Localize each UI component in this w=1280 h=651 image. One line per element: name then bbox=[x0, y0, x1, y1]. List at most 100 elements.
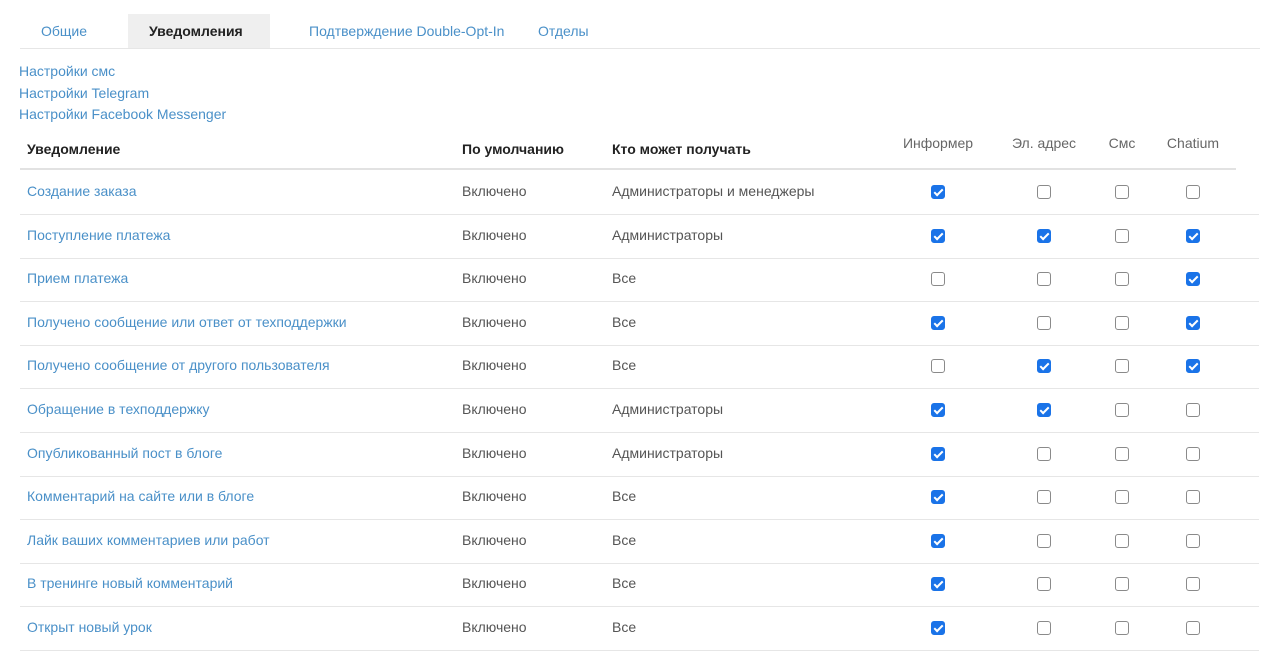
informer-checkbox[interactable] bbox=[931, 185, 945, 199]
default-status: Включено bbox=[462, 183, 527, 199]
chatium-checkbox[interactable] bbox=[1186, 315, 1200, 330]
informer-checkbox[interactable] bbox=[931, 403, 945, 417]
recipients: Администраторы bbox=[612, 401, 724, 417]
email-checkbox[interactable] bbox=[1037, 315, 1051, 330]
sms-checkbox[interactable] bbox=[1115, 490, 1129, 505]
recipients: Все bbox=[612, 531, 637, 548]
tab-departments[interactable]: Отделы bbox=[538, 14, 609, 48]
recipients: Все bbox=[612, 488, 637, 505]
chatium-checkbox[interactable] bbox=[1186, 490, 1200, 505]
email-checkbox[interactable] bbox=[1037, 403, 1051, 417]
sms-checkbox[interactable] bbox=[1115, 315, 1129, 330]
header-email: Эл. адрес bbox=[1011, 135, 1077, 151]
sms-settings-link[interactable]: Настройки смс bbox=[19, 61, 226, 83]
informer-checkbox[interactable] bbox=[931, 533, 945, 548]
notification-name-link[interactable]: Создание заказа bbox=[27, 183, 137, 199]
default-status: Включено bbox=[462, 488, 527, 505]
chatium-checkbox[interactable] bbox=[1186, 228, 1200, 243]
header-informer: Информер bbox=[902, 135, 974, 151]
recipients: Администраторы bbox=[612, 444, 724, 461]
recipients: Администраторы bbox=[612, 226, 724, 243]
informer-checkbox[interactable] bbox=[931, 577, 945, 592]
table-row: Комментарий на сайте или в блоге Включено… bbox=[20, 476, 1259, 521]
informer-checkbox[interactable] bbox=[931, 446, 945, 461]
sms-checkbox[interactable] bbox=[1115, 533, 1129, 548]
default-status: Включено bbox=[462, 575, 527, 592]
sms-checkbox[interactable] bbox=[1115, 272, 1129, 287]
table-row: Создание заказа Включено Администраторы и … bbox=[20, 171, 1259, 215]
chatium-checkbox[interactable] bbox=[1186, 577, 1200, 592]
default-status: Включено bbox=[462, 401, 527, 417]
tab-general[interactable]: Общие bbox=[20, 14, 128, 48]
header-chatium: Chatium bbox=[1166, 135, 1220, 151]
sms-checkbox[interactable] bbox=[1115, 228, 1129, 243]
chatium-checkbox[interactable] bbox=[1186, 621, 1200, 635]
default-status: Включено bbox=[462, 444, 527, 461]
email-checkbox[interactable] bbox=[1037, 533, 1051, 548]
sms-checkbox[interactable] bbox=[1115, 446, 1129, 461]
default-status: Включено bbox=[462, 313, 527, 330]
sms-checkbox[interactable] bbox=[1115, 621, 1129, 635]
email-checkbox[interactable] bbox=[1037, 446, 1051, 461]
notification-name-link[interactable]: В тренинге новый комментарий bbox=[27, 575, 233, 591]
table-row: Открыт новый урок Включено Все bbox=[20, 607, 1259, 651]
email-checkbox[interactable] bbox=[1037, 359, 1051, 374]
notification-name-link[interactable]: Поступление платежа bbox=[27, 227, 170, 243]
default-status: Включено bbox=[462, 226, 527, 243]
table-row: Опубликованный пост в блоге Включено Админ… bbox=[20, 433, 1259, 477]
notification-name-link[interactable]: Открыт новый урок bbox=[27, 619, 152, 635]
informer-checkbox[interactable] bbox=[931, 228, 945, 243]
settings-links: Настройки смс Настройки Telegram Настрой… bbox=[19, 61, 226, 126]
notification-name-link[interactable]: Получено сообщение от другого пользовате… bbox=[27, 357, 330, 373]
telegram-settings-link[interactable]: Настройки Telegram bbox=[19, 83, 226, 105]
informer-checkbox[interactable] bbox=[931, 272, 945, 287]
chatium-checkbox[interactable] bbox=[1186, 185, 1200, 199]
default-status: Включено bbox=[462, 270, 527, 287]
table-row: Получено сообщение или ответ от техподде… bbox=[20, 302, 1259, 346]
notification-name-link[interactable]: Опубликованный пост в блоге bbox=[27, 445, 222, 461]
email-checkbox[interactable] bbox=[1037, 228, 1051, 243]
facebook-messenger-settings-link[interactable]: Настройки Facebook Messenger bbox=[19, 104, 226, 126]
email-checkbox[interactable] bbox=[1037, 490, 1051, 505]
notification-name-link[interactable]: Комментарий на сайте или в блоге bbox=[27, 488, 254, 504]
informer-checkbox[interactable] bbox=[931, 490, 945, 505]
sms-checkbox[interactable] bbox=[1115, 577, 1129, 592]
recipients: Все bbox=[612, 270, 637, 287]
tab-double-opt-in[interactable]: Подтверждение Double-Opt-In bbox=[270, 14, 538, 48]
chatium-checkbox[interactable] bbox=[1186, 403, 1200, 417]
table-row: Поступление платежа Включено Администратор… bbox=[20, 215, 1259, 259]
email-checkbox[interactable] bbox=[1037, 185, 1051, 199]
chatium-checkbox[interactable] bbox=[1186, 533, 1200, 548]
email-checkbox[interactable] bbox=[1037, 621, 1051, 635]
table-row: Лайк ваших комментариев или работ Включен… bbox=[20, 520, 1259, 564]
table-row: Обращение в техподдержку Включено Админист… bbox=[20, 389, 1259, 433]
sms-checkbox[interactable] bbox=[1115, 403, 1129, 417]
table-row: Получено сообщение от другого пользовате… bbox=[20, 345, 1259, 390]
recipients: Все bbox=[612, 357, 637, 374]
notification-name-link[interactable]: Обращение в техподдержку bbox=[27, 401, 210, 417]
table-header: Уведомление По умолчанию Кто может получ… bbox=[20, 128, 1236, 170]
email-checkbox[interactable] bbox=[1037, 272, 1051, 287]
default-status: Включено bbox=[462, 531, 527, 548]
default-status: Включено bbox=[462, 619, 527, 635]
recipients: Все bbox=[612, 575, 637, 592]
sms-checkbox[interactable] bbox=[1115, 185, 1129, 199]
informer-checkbox[interactable] bbox=[931, 315, 945, 330]
notification-name-link[interactable]: Лайк ваших комментариев или работ bbox=[27, 532, 270, 548]
table-row: Прием платежа Включено Все bbox=[20, 258, 1259, 303]
sms-checkbox[interactable] bbox=[1115, 359, 1129, 374]
chatium-checkbox[interactable] bbox=[1186, 359, 1200, 374]
settings-tabs: Общие Уведомления Подтверждение Double-O… bbox=[20, 14, 1260, 49]
informer-checkbox[interactable] bbox=[931, 621, 945, 635]
email-checkbox[interactable] bbox=[1037, 577, 1051, 592]
chatium-checkbox[interactable] bbox=[1186, 272, 1200, 287]
informer-checkbox[interactable] bbox=[931, 359, 945, 374]
tab-notifications[interactable]: Уведомления bbox=[128, 14, 270, 48]
notification-name-link[interactable]: Получено сообщение или ответ от техподде… bbox=[27, 314, 347, 330]
recipients: Администраторы и менеджеры bbox=[612, 183, 815, 199]
notification-name-link[interactable]: Прием платежа bbox=[27, 270, 128, 286]
header-notification: Уведомление bbox=[27, 141, 121, 157]
table-row: В тренинге новый комментарий Включено Все bbox=[20, 563, 1259, 608]
chatium-checkbox[interactable] bbox=[1186, 446, 1200, 461]
header-sms: Смс bbox=[1108, 135, 1136, 151]
